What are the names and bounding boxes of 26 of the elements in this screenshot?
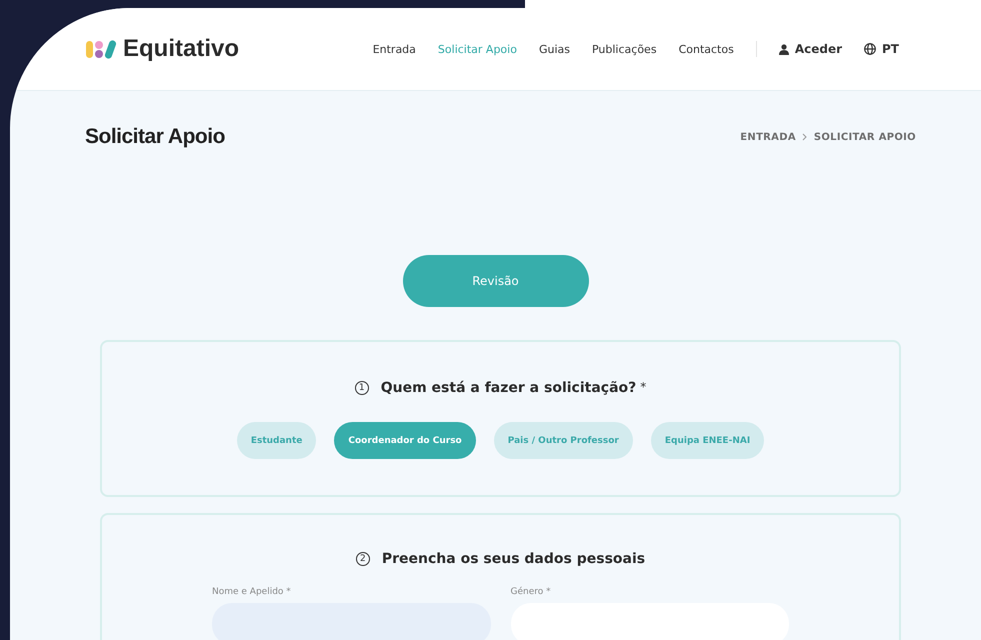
section-title: Preencha os seus dados pessoais — [382, 551, 646, 567]
review-button[interactable]: Revisão — [402, 255, 588, 307]
choice-button[interactable]: Coordenador do Curso — [334, 422, 476, 459]
nav-link[interactable]: Guias — [538, 42, 570, 56]
nav-link[interactable]: Solicitar Apoio — [438, 42, 517, 56]
language-link[interactable]: PT — [864, 42, 899, 56]
logo-icon — [86, 39, 117, 59]
nav-link[interactable]: Entrada — [372, 42, 416, 56]
field-label: Nome e Apelido * — [212, 587, 292, 597]
chevron-icon — [802, 133, 808, 141]
nav-link[interactable]: Publicações — [592, 42, 657, 56]
step-number: 2 — [356, 552, 370, 566]
language-label: PT — [882, 42, 899, 56]
globe-icon — [864, 43, 876, 55]
required-mark: * — [640, 380, 646, 394]
section-title: Quem está a fazer a solicitação? — [380, 380, 636, 396]
nav-link[interactable]: Contactos — [678, 42, 734, 56]
user-icon — [778, 44, 789, 54]
login-link[interactable]: Aceder — [778, 42, 842, 56]
logo-text: Equitativo — [123, 35, 240, 63]
breadcrumb-item: SOLICITAR APOIO — [814, 132, 916, 142]
breadcrumb-item[interactable]: ENTRADA — [740, 132, 796, 142]
page-title: Solicitar Apoio — [85, 125, 225, 149]
step-number: 1 — [354, 381, 369, 395]
field-label: Género * — [510, 587, 552, 597]
login-label: Aceder — [794, 42, 842, 56]
